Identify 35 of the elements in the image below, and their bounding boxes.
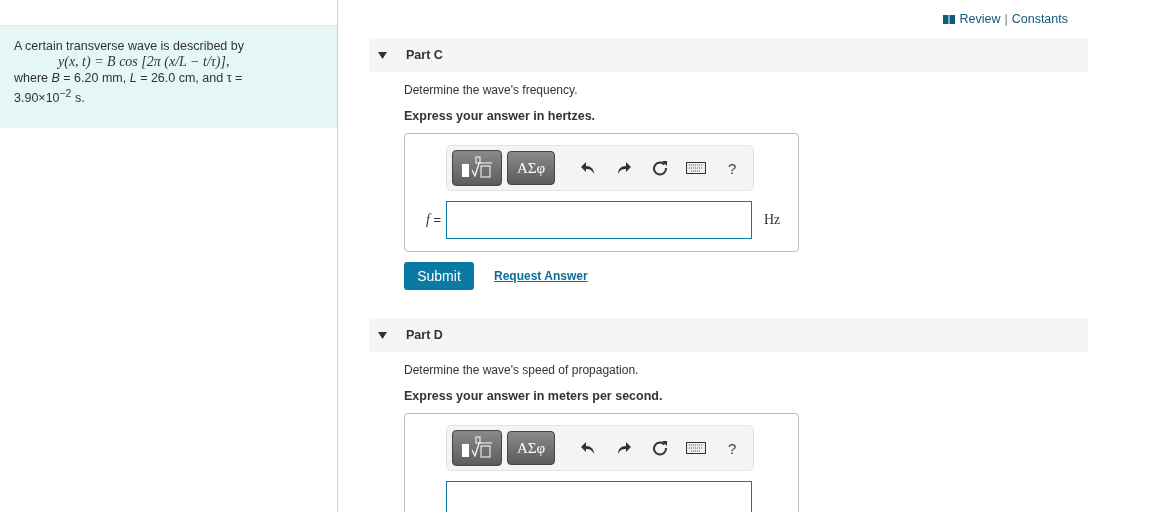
reset-icon[interactable] (652, 160, 668, 176)
book-icon (943, 14, 956, 24)
keyboard-icon[interactable] (686, 442, 706, 454)
symbols-button[interactable]: ΑΣφ (507, 431, 555, 465)
variable-label: f = (424, 212, 442, 228)
keyboard-icon[interactable] (686, 162, 706, 174)
redo-icon[interactable] (616, 160, 632, 176)
redo-icon[interactable] (616, 440, 632, 456)
undo-icon[interactable] (580, 160, 596, 176)
help-button[interactable]: ? (728, 159, 737, 177)
template-icon (460, 156, 494, 180)
part-header[interactable]: Part D (369, 318, 1088, 352)
submit-button[interactable]: Submit (404, 262, 474, 290)
help-button[interactable]: ? (728, 439, 737, 457)
undo-icon[interactable] (580, 440, 596, 456)
unit-label: Hz (764, 212, 781, 228)
answer-field[interactable] (446, 481, 752, 512)
template-button[interactable] (452, 150, 502, 186)
review-link[interactable]: Review (959, 12, 1001, 26)
part-header[interactable]: Part C (369, 38, 1088, 72)
problem-text: A certain transverse wave is described by (14, 38, 245, 54)
symbols-button[interactable]: ΑΣφ (507, 151, 555, 185)
constants-link[interactable]: Constants (1011, 12, 1068, 26)
link-separator: | (1004, 12, 1008, 26)
question-text: Determine the wave's speed of propagation. (404, 363, 640, 377)
instruction-text: Express your answer in hertzes. (404, 109, 597, 123)
question-text: Determine the wave's frequency. (404, 83, 579, 97)
request-answer-link[interactable]: Request Answer (494, 269, 588, 283)
given-values: where B = 6.20 mm, L = 26.0 cm, and τ = 3.90×10$^{−2}$ s. (14, 70, 244, 107)
wave-formula: y(x, t) = B cos [2π (x/L − t/τ)], (56, 54, 231, 70)
answer-field[interactable] (446, 201, 752, 239)
template-icon (460, 436, 494, 460)
instruction-text: Express your answer in meters per second. (404, 389, 664, 403)
template-button[interactable] (452, 430, 502, 466)
reset-icon[interactable] (652, 440, 668, 456)
